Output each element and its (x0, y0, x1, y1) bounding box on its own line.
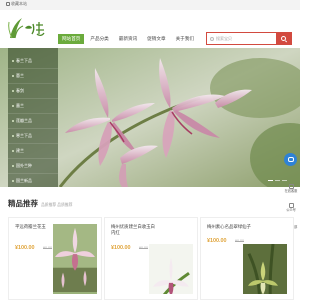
sidebar-item-lianban[interactable]: 莲瓣兰品 (8, 114, 58, 129)
orchid-image (243, 244, 287, 294)
sidebar-item-label: 莲瓣兰品 (16, 118, 32, 123)
bullet-icon (12, 150, 14, 152)
search-button[interactable] (276, 33, 291, 44)
top-bar: 收藏本站 (0, 0, 300, 10)
product-old-price: ¥0.00 (43, 246, 52, 250)
sidebar-item-label: 国外兰种 (16, 163, 32, 168)
bullet-icon (12, 60, 14, 62)
sidebar-item-chunjian[interactable]: 春剑 (8, 84, 58, 99)
nav-home[interactable]: 网站首页 (58, 34, 85, 44)
sidebar-item-label: 春剑 (16, 88, 24, 93)
product-photo[interactable] (53, 224, 97, 294)
search-icon (281, 36, 286, 41)
nav-news[interactable]: 最新资讯 (115, 34, 141, 44)
bullet-icon (12, 165, 14, 167)
product-price: ¥100.00 (15, 245, 35, 251)
nav-about[interactable]: 关于我们 (172, 34, 198, 44)
carousel-dot[interactable] (282, 180, 287, 181)
orchid-image (149, 244, 193, 294)
product-price: ¥100.00 (111, 245, 131, 251)
bookmark-link[interactable]: 收藏本站 (6, 1, 27, 7)
sidebar-item-hanlan[interactable]: 寒兰下品 (8, 129, 58, 144)
float-wechat-label: 公众号 (286, 208, 296, 212)
search-input[interactable]: 搜索宝贝 (207, 33, 276, 44)
category-sidebar: 春兰下品 蕙兰 春剑 墨兰 莲瓣兰品 寒兰下品 建兰 国外兰种 国兰新品 (8, 48, 58, 189)
bullet-icon (12, 105, 14, 107)
bookmark-label: 收藏本站 (11, 1, 27, 6)
product-photo[interactable] (243, 244, 287, 294)
product-photo[interactable] (149, 244, 193, 294)
sidebar-item-label: 墨兰 (16, 103, 24, 108)
sidebar-item-foreign[interactable]: 国外兰种 (8, 159, 58, 174)
header: 网站首页 产品分类 最新资讯 促销文章 关于我们 搜索宝贝 (0, 10, 300, 48)
sidebar-item-molan[interactable]: 墨兰 (8, 99, 58, 114)
product-name[interactable]: 梅州素心名品翠绿仙子 (207, 224, 255, 230)
sidebar-item-huilan[interactable]: 蕙兰 (8, 69, 58, 84)
site-logo[interactable] (6, 16, 48, 42)
bullet-icon (12, 90, 14, 92)
chat-button[interactable] (284, 153, 297, 166)
nav-promotions[interactable]: 促销文章 (143, 34, 169, 44)
product-card[interactable]: 平远荷瓣兰花玉 ¥100.00 ¥0.00 (8, 217, 102, 300)
sidebar-item-label: 寒兰下品 (16, 133, 32, 138)
carousel-dot[interactable] (275, 180, 280, 181)
bullet-icon (12, 120, 14, 122)
nav-products[interactable]: 产品分类 (86, 34, 112, 44)
search-field-icon (210, 36, 214, 41)
orchid-image (53, 224, 97, 292)
carousel-dot[interactable] (268, 180, 273, 181)
product-old-price: ¥0.00 (235, 239, 244, 243)
float-service-label: 在线客服 (284, 189, 298, 193)
sidebar-item-jianlan[interactable]: 建兰 (8, 144, 58, 159)
bullet-icon (12, 75, 14, 77)
product-card[interactable]: 梅州优质建兰白收玉白内红 ¥100.00 ¥0.00 (104, 217, 198, 300)
carousel-indicators (268, 180, 287, 181)
section-title: 精品推荐 (8, 199, 38, 208)
bullet-icon (12, 180, 14, 182)
product-price: ¥100.00 (207, 238, 227, 244)
chat-bubble-icon (287, 157, 294, 162)
search-bar: 搜索宝贝 (206, 32, 292, 45)
sidebar-item-label: 蕙兰 (16, 73, 24, 78)
product-card[interactable]: 梅州素心名品翠绿仙子 ¥100.00 ¥0.00 (200, 217, 294, 300)
section-header: 精品推荐 品质推荐 品质推荐 (8, 198, 72, 209)
section-subtitle: 品质推荐 品质推荐 (41, 203, 73, 207)
product-old-price: ¥0.00 (139, 246, 148, 250)
product-name[interactable]: 梅州优质建兰白收玉白内红 (111, 224, 159, 236)
sidebar-item-chunlan[interactable]: 春兰下品 (8, 54, 58, 69)
sidebar-item-label: 国兰新品 (16, 178, 32, 183)
float-service[interactable]: 在线客服 (284, 184, 298, 194)
sidebar-item-label: 建兰 (16, 148, 24, 153)
sidebar-item-new[interactable]: 国兰新品 (8, 174, 58, 189)
sidebar-item-label: 春兰下品 (16, 58, 32, 63)
bullet-icon (12, 135, 14, 137)
orchid-logo-icon (8, 18, 45, 39)
home-icon (6, 2, 10, 6)
main-nav: 网站首页 产品分类 最新资讯 促销文章 关于我们 (58, 34, 198, 44)
float-wechat[interactable]: 公众号 (284, 203, 298, 213)
search-placeholder: 搜索宝贝 (216, 35, 232, 41)
